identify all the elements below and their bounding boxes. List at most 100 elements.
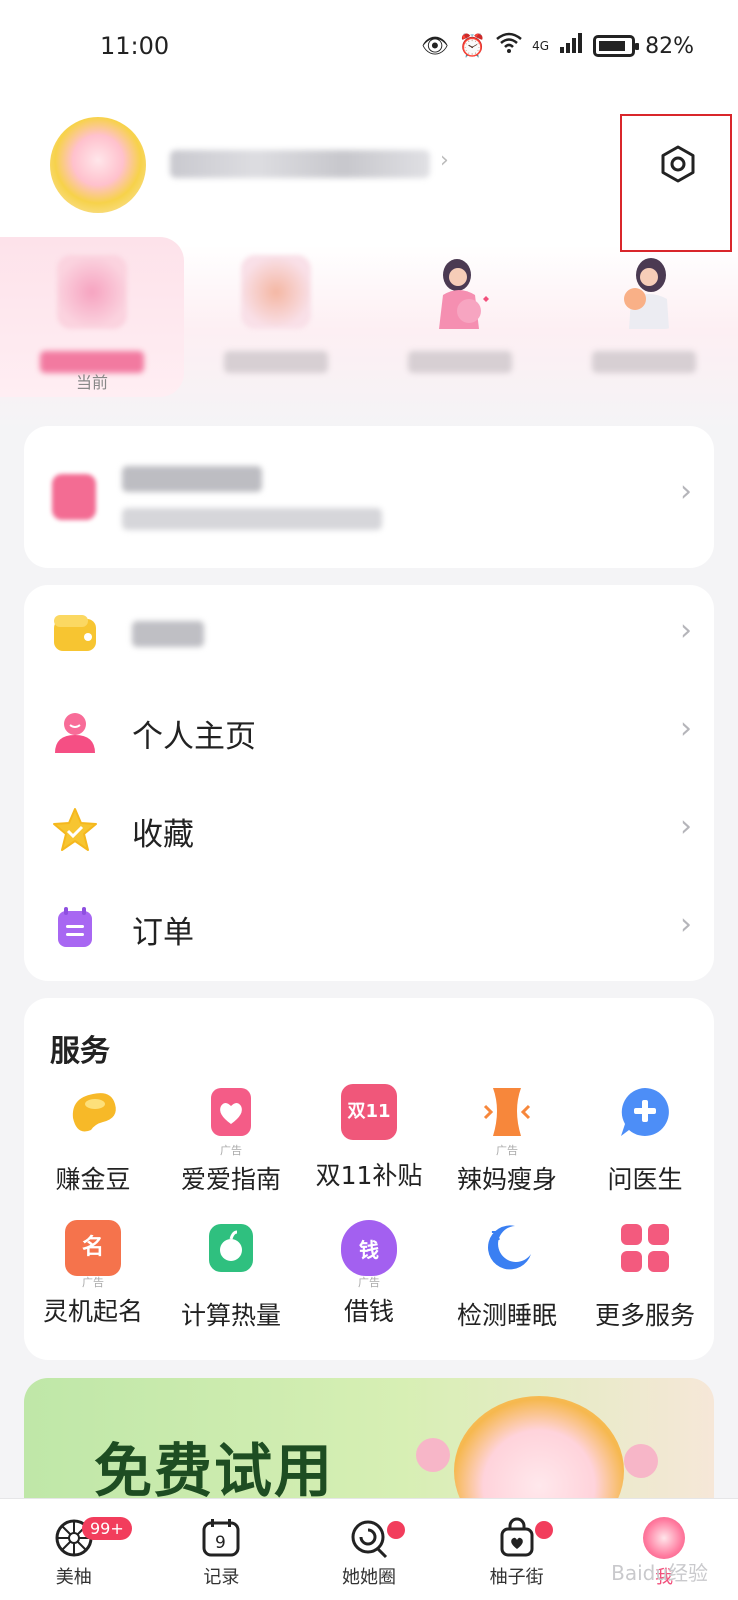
wifi-icon [496,32,522,60]
notification-dot [534,1521,553,1539]
naming-icon: 名 [65,1220,121,1276]
stage-label-blurred [592,351,696,373]
tab-meiyou[interactable]: 99+ 美柚 [0,1499,148,1600]
bottom-tab-bar: 99+ 美柚 9 记录 她她圈 柚子街 我 Baidu经验 [0,1498,738,1600]
stage-item-2[interactable] [184,237,368,397]
gear-icon [661,145,695,183]
service-calorie[interactable]: 计算热量 [162,1220,300,1332]
services-title: 服务 [50,1034,110,1069]
service-label: 赚金豆 [55,1165,131,1194]
calorie-icon [209,1224,253,1272]
profile-header: › 当前 [0,92,738,432]
stage-art [57,255,127,329]
service-label: 双11补贴 [315,1161,423,1190]
chevron-right-icon: › [680,711,692,746]
menu-item-orders[interactable]: 订单 › [24,879,714,977]
chevron-right-icon: › [680,613,692,648]
service-love-guide[interactable]: 广告 爱爱指南 [162,1084,300,1196]
promo-banner[interactable]: 免费试用 [24,1378,714,1508]
menu-item-wallet[interactable]: › [24,585,714,683]
chevron-right-icon: › [680,474,692,509]
stage-selector: 当前 [0,237,738,397]
calendar-icon: 9 [202,1519,240,1557]
shopping-bag-icon [500,1517,534,1557]
menu-label: 个人主页 [132,719,256,755]
wallet-icon [54,615,96,651]
tab-shop[interactable]: 柚子街 [443,1499,591,1600]
stage-item-baby[interactable] [552,237,736,397]
svg-text:9: 9 [215,1533,226,1553]
profile-avatar-icon [643,1517,686,1559]
ad-tag [576,1144,714,1158]
mother-baby-icon [624,258,669,329]
menu-item-homepage[interactable]: 个人主页 › [24,683,714,781]
service-label: 灵机起名 [42,1297,143,1326]
stage-current-label: 当前 [75,373,108,392]
waist-icon [483,1088,531,1136]
service-label: 问医生 [607,1165,683,1194]
battery-percent: 82% [645,33,694,59]
menu-item-favorites[interactable]: 收藏 › [24,781,714,879]
double11-icon-text: 双11 [347,1101,391,1122]
ad-tag [24,1144,162,1158]
service-earn-beans[interactable]: 赚金豆 [24,1084,162,1196]
svg-text:z: z [491,1225,500,1244]
ad-tag [162,1280,300,1294]
signal-icon [559,32,583,60]
chevron-right-icon: › [680,907,692,942]
chevron-right-icon: › [680,809,692,844]
notification-badge: 99+ [82,1517,132,1540]
service-more[interactable]: 更多服务 [576,1220,714,1332]
double11-icon: 双11 [341,1084,397,1140]
service-ask-doctor[interactable]: 问医生 [576,1084,714,1196]
tab-record[interactable]: 9 记录 [148,1499,296,1600]
menu-label: 收藏 [132,817,194,853]
tab-label: 美柚 [55,1567,92,1588]
ad-tag: 广告 [358,1276,380,1289]
star-icon [53,808,97,851]
setup-subtitle-blurred [122,508,382,530]
chevron-right-icon: › [440,148,449,173]
banner-text: 免费试用 [94,1437,335,1505]
tab-label: 记录 [203,1567,240,1588]
order-icon [58,907,92,947]
tab-community[interactable]: 她她圈 [295,1499,443,1600]
service-naming[interactable]: 名 广告 灵机起名 [24,1220,162,1328]
service-loan[interactable]: 钱 广告 借钱 [300,1220,438,1328]
user-name-blurred[interactable] [170,150,430,178]
alarm-icon: ⏰ [458,33,487,59]
notification-dot [387,1521,406,1539]
stage-label-blurred [224,351,328,373]
gold-bean-icon [72,1093,116,1132]
service-sleep[interactable]: z 检测睡眠 [438,1220,576,1332]
naming-icon-text: 名 [81,1235,104,1260]
service-double11[interactable]: 双11 双11补贴 [300,1084,438,1192]
ad-tag [576,1280,714,1294]
more-grid-icon [621,1224,669,1272]
network-type: 4G [532,39,550,53]
ad-tag: 广告 [496,1144,518,1157]
eye-icon: 👁 [420,33,449,59]
avatar[interactable] [50,117,146,213]
stage-item-pregnancy[interactable] [368,237,552,397]
menu-label: 订单 [132,915,194,951]
status-time: 11:00 [100,32,170,60]
period-setup-card[interactable]: › [24,426,714,568]
menu-label-blurred [132,621,204,647]
service-label: 爱爱指南 [180,1165,281,1194]
money-bag-icon: 钱 [341,1220,397,1276]
service-label: 更多服务 [594,1301,695,1330]
status-icons: 👁 ⏰ 4G 82% [421,32,694,60]
menu-list: › 个人主页 › 收藏 › 订单 › [24,585,714,981]
user-icon [55,713,95,753]
pregnant-woman-icon [439,259,489,329]
stage-item-current[interactable]: 当前 [0,237,184,397]
status-bar: 11:00 👁 ⏰ 4G 82% [0,0,738,92]
watermark: Baidu经验 [611,1561,708,1585]
settings-button[interactable] [620,114,732,252]
doctor-chat-icon [621,1088,669,1136]
service-slimming[interactable]: 广告 辣妈瘦身 [438,1084,576,1196]
setup-title-blurred [122,466,262,492]
flower-decoration [416,1438,450,1472]
battery-icon [593,35,640,57]
